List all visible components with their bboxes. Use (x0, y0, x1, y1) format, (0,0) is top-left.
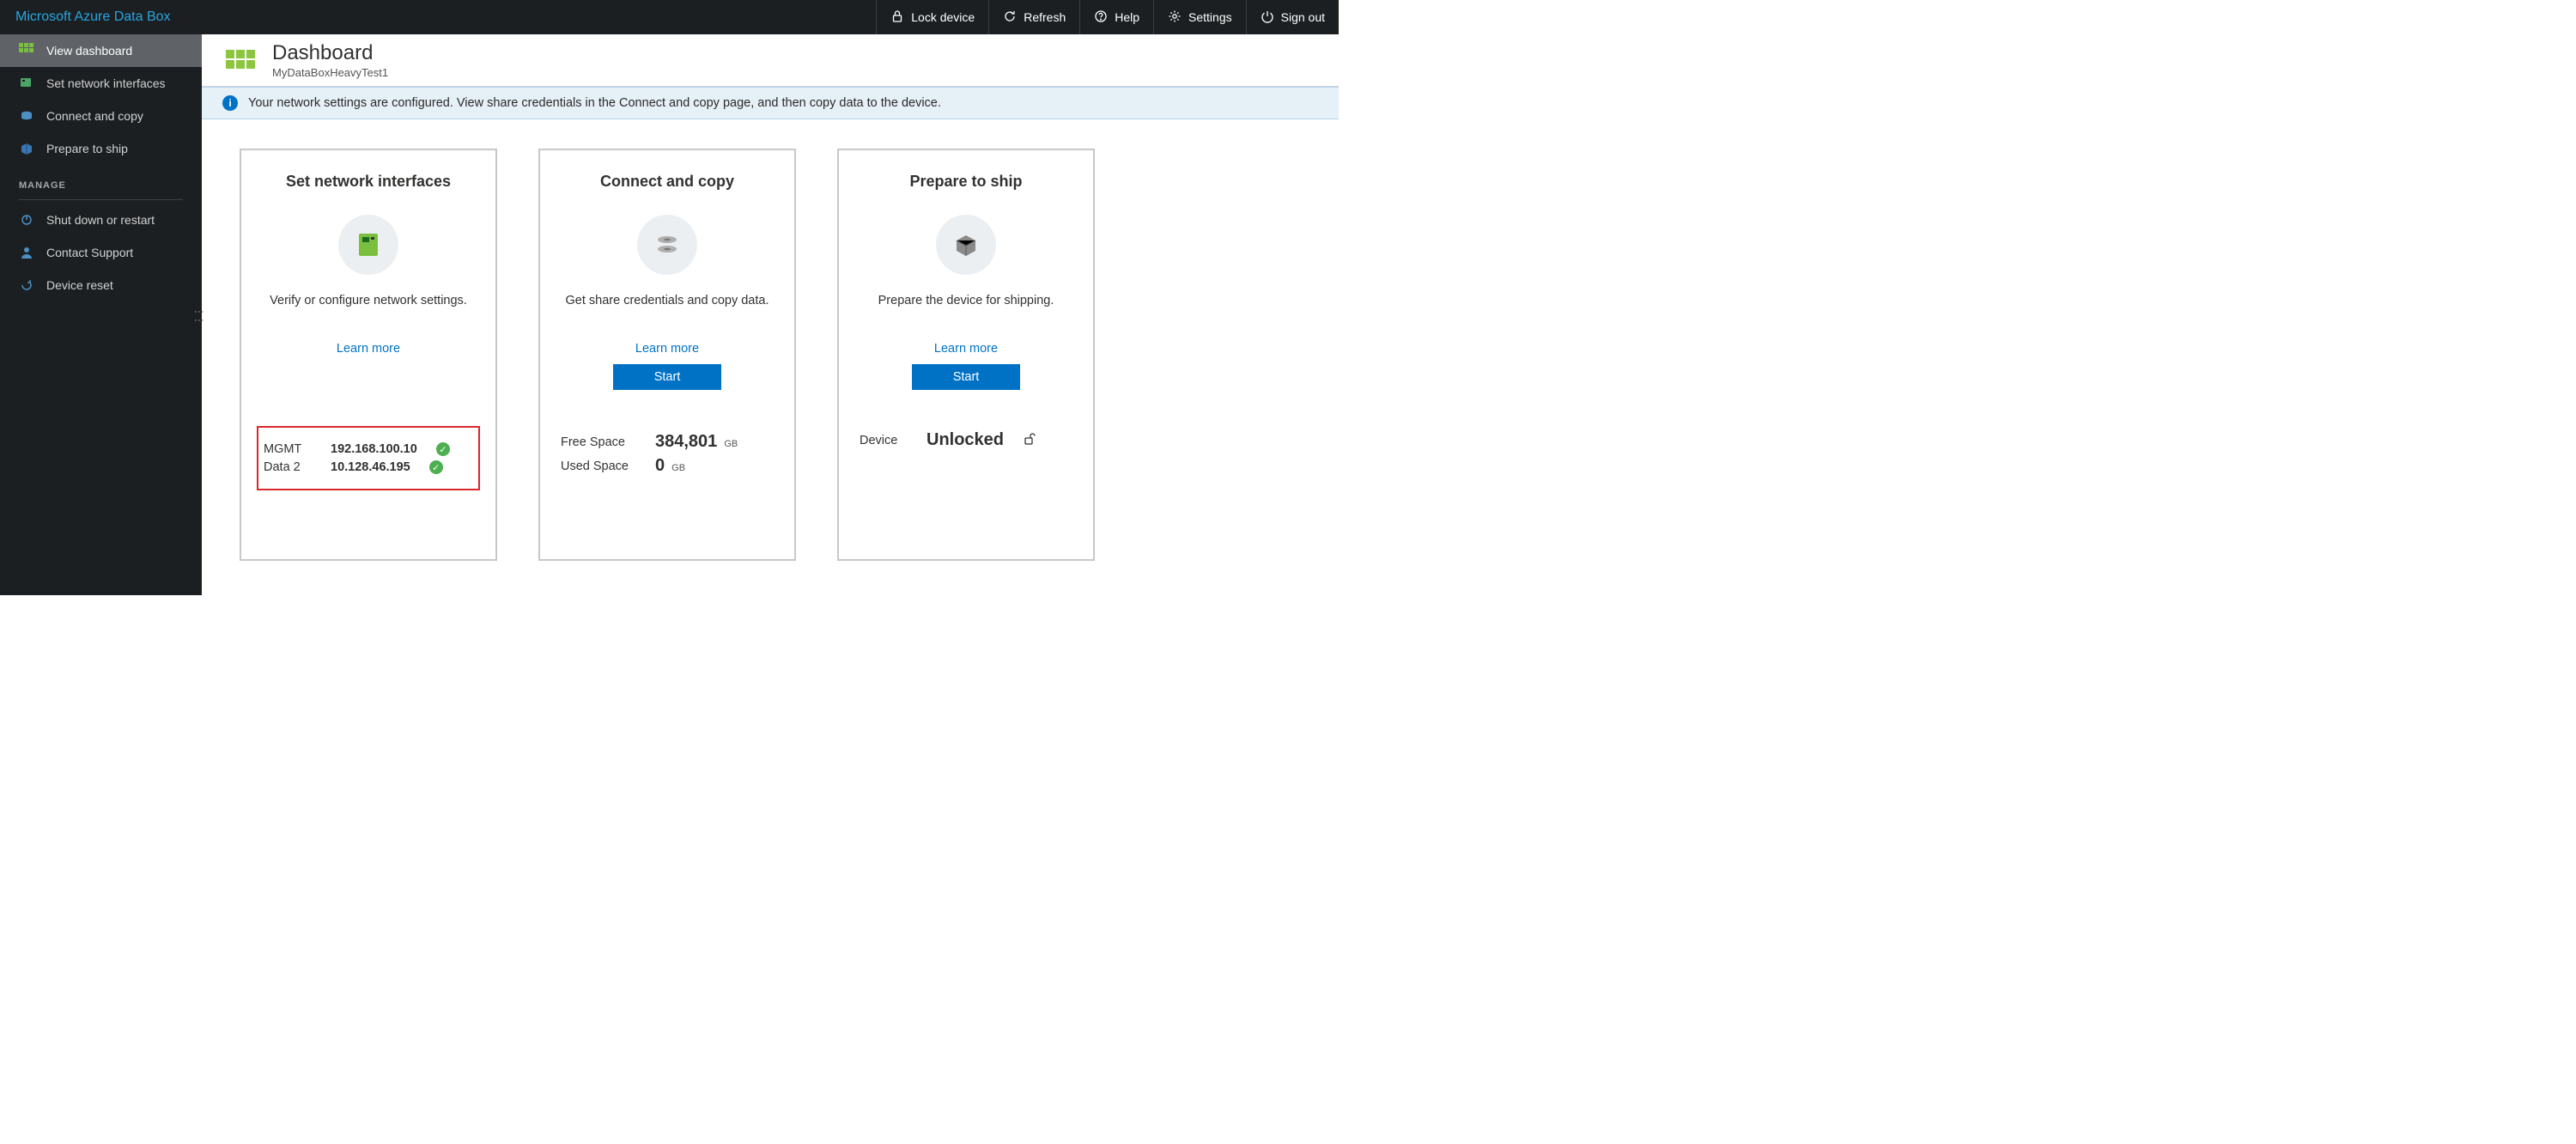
learn-more-link[interactable]: Learn more (934, 342, 998, 356)
ship-row-device: Device Unlocked (860, 430, 1072, 450)
card-ship-icon (936, 215, 996, 275)
signout-button[interactable]: Sign out (1246, 0, 1339, 34)
learn-more-link[interactable]: Learn more (635, 342, 699, 356)
network-row-mgmt: MGMT 192.168.100.10 ✓ (264, 442, 473, 456)
connect-row-used: Used Space 0 GB (561, 456, 774, 476)
card-title: Prepare to ship (909, 173, 1022, 191)
info-icon: i (222, 95, 238, 111)
network-row-data2: Data 2 10.128.46.195 ✓ (264, 460, 473, 474)
card-connect: Connect and copy Get share credentials a… (538, 149, 796, 561)
start-ship-button[interactable]: Start (912, 364, 1020, 390)
card-desc: Prepare the device for shipping. (878, 294, 1054, 307)
sidebar-item-network[interactable]: Set network interfaces (0, 67, 202, 100)
sidebar-item-label: Shut down or restart (46, 213, 155, 227)
help-label: Help (1115, 10, 1139, 24)
row-key: Used Space (561, 459, 640, 473)
brand-title: Microsoft Azure Data Box (0, 9, 186, 25)
sidebar-manage-heading: MANAGE (0, 165, 202, 196)
help-icon (1094, 9, 1108, 26)
sidebar-item-ship[interactable]: Prepare to ship (0, 132, 202, 165)
sidebar-item-label: Contact Support (46, 246, 133, 259)
sidebar-item-shutdown[interactable]: Shut down or restart (0, 204, 202, 236)
connect-detail: Free Space 384,801 GB Used Space 0 GB (556, 417, 779, 490)
support-icon (19, 245, 34, 260)
refresh-button[interactable]: Refresh (988, 0, 1079, 34)
network-row-value: 10.128.46.195 (331, 460, 410, 474)
sidebar-item-label: Connect and copy (46, 109, 143, 123)
info-banner: i Your network settings are configured. … (202, 87, 1339, 119)
status-ok-icon: ✓ (436, 442, 450, 456)
sidebar-item-reset[interactable]: Device reset (0, 269, 202, 301)
row-value: 384,801 (655, 432, 717, 451)
learn-more-link[interactable]: Learn more (337, 342, 400, 356)
network-icon (19, 76, 34, 91)
unlocked-icon (1023, 432, 1036, 449)
help-button[interactable]: Help (1079, 0, 1153, 34)
lock-device-label: Lock device (911, 10, 975, 24)
sidebar-item-label: Device reset (46, 278, 113, 292)
row-value: 0 (655, 456, 665, 475)
dashboard-tiles-icon (226, 47, 257, 73)
gear-icon (1168, 9, 1182, 26)
row-value: Unlocked (927, 430, 1004, 450)
page-subtitle: MyDataBoxHeavyTest1 (272, 66, 388, 79)
card-network-icon (338, 215, 398, 275)
page-title: Dashboard (272, 41, 388, 65)
card-connect-icon (637, 215, 697, 275)
network-row-key: MGMT (264, 442, 315, 456)
package-icon (19, 141, 34, 156)
refresh-label: Refresh (1024, 10, 1066, 24)
dashboard-cards: Set network interfaces Verify or configu… (202, 119, 1339, 590)
sidebar-item-dashboard[interactable]: View dashboard (0, 34, 202, 67)
sidebar-item-connect[interactable]: Connect and copy (0, 100, 202, 132)
sidebar-item-label: View dashboard (46, 44, 132, 58)
refresh-icon (1003, 9, 1017, 26)
content-area: Dashboard MyDataBoxHeavyTest1 i Your net… (202, 34, 1339, 595)
settings-label: Settings (1188, 10, 1232, 24)
sidebar-collapse-handle[interactable]: ⋮⋮ (193, 307, 205, 324)
sidebar-item-support[interactable]: Contact Support (0, 236, 202, 269)
sidebar: View dashboard Set network interfaces Co… (0, 34, 202, 595)
row-unit: GB (724, 439, 738, 449)
status-ok-icon: ✓ (429, 460, 443, 474)
row-key: Free Space (561, 435, 640, 449)
sidebar-divider (19, 199, 183, 200)
sidebar-item-label: Prepare to ship (46, 142, 128, 155)
ship-detail: Device Unlocked (854, 416, 1078, 465)
reset-icon (19, 277, 34, 293)
sidebar-item-label: Set network interfaces (46, 76, 166, 90)
card-network: Set network interfaces Verify or configu… (240, 149, 497, 561)
connect-row-free: Free Space 384,801 GB (561, 432, 774, 452)
power-icon (1261, 9, 1274, 26)
dashboard-icon (19, 43, 34, 58)
start-connect-button[interactable]: Start (613, 364, 721, 390)
network-row-value: 192.168.100.10 (331, 442, 417, 456)
signout-label: Sign out (1281, 10, 1325, 24)
topbar: Microsoft Azure Data Box Lock device Ref… (0, 0, 1339, 34)
card-title: Set network interfaces (286, 173, 451, 191)
card-ship: Prepare to ship Prepare the device for s… (837, 149, 1095, 561)
disk-icon (19, 108, 34, 124)
info-banner-text: Your network settings are configured. Vi… (248, 96, 941, 110)
network-detail-highlight: MGMT 192.168.100.10 ✓ Data 2 10.128.46.1… (257, 426, 480, 490)
restart-icon (19, 212, 34, 228)
row-key: Device (860, 434, 911, 447)
card-title: Connect and copy (600, 173, 734, 191)
lock-device-button[interactable]: Lock device (876, 0, 988, 34)
settings-button[interactable]: Settings (1153, 0, 1246, 34)
network-row-key: Data 2 (264, 460, 315, 474)
card-desc: Get share credentials and copy data. (566, 294, 769, 307)
row-unit: GB (671, 463, 685, 473)
lock-icon (890, 9, 904, 26)
card-desc: Verify or configure network settings. (270, 294, 467, 307)
page-header: Dashboard MyDataBoxHeavyTest1 (202, 34, 1339, 87)
